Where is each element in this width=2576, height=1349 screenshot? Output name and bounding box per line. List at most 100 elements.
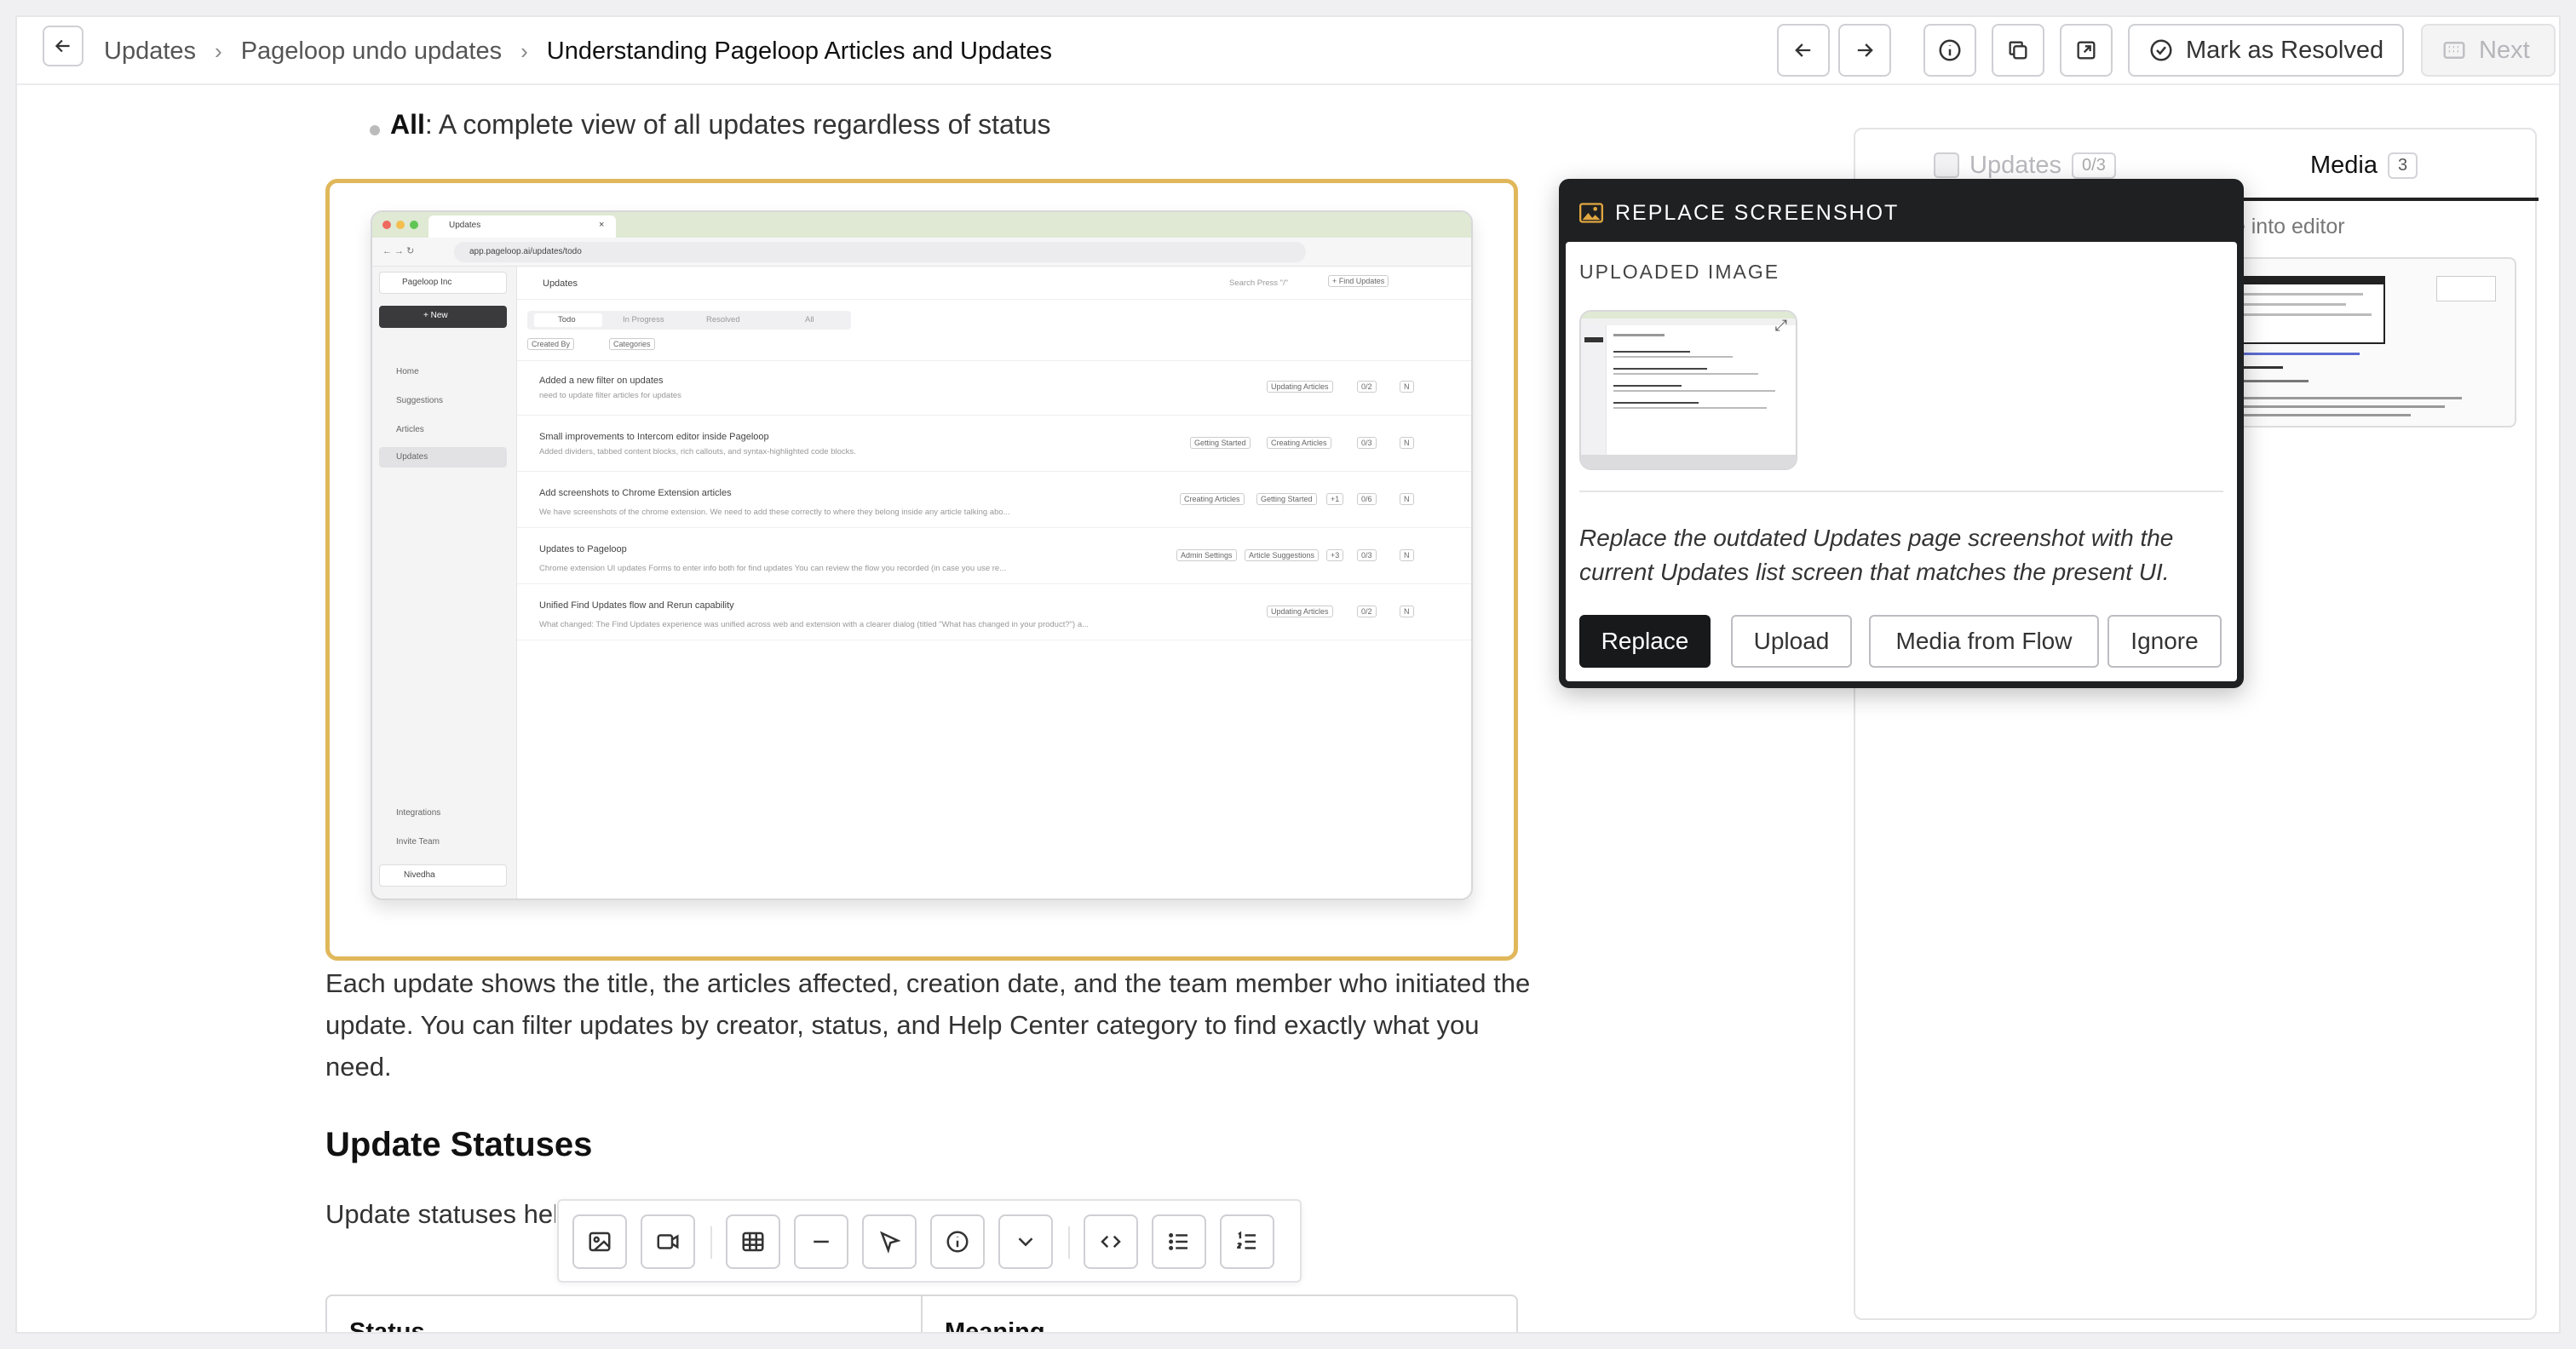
insert-pointer-button[interactable] <box>862 1214 917 1269</box>
breadcrumb-updates[interactable]: Updates <box>104 37 196 66</box>
next-button[interactable]: Next <box>2421 24 2556 77</box>
mini-tab-in-progress: In Progress <box>623 315 664 324</box>
minus-icon <box>814 1240 829 1243</box>
url-field: app.pageloop.ai/updates/todo <box>454 242 1306 262</box>
arrow-right-icon <box>1857 43 1873 57</box>
mini-row-avatar: N <box>1400 606 1414 617</box>
insert-collapsible-button[interactable] <box>998 1214 1053 1269</box>
insert-code-button[interactable] <box>1084 1214 1138 1269</box>
mini-nav-articles: Articles <box>396 425 424 434</box>
popover-title: REPLACE SCREENSHOT <box>1615 200 1900 225</box>
image-icon <box>1579 203 1603 223</box>
mini-row-tag: Getting Started <box>1256 493 1317 505</box>
ignore-button[interactable]: Ignore <box>2107 615 2222 668</box>
body-paragraph[interactable]: Each update shows the title, the article… <box>325 962 1535 1088</box>
mini-tab-todo: Todo <box>558 315 576 324</box>
expand-icon[interactable]: ⤢ <box>1775 317 1787 335</box>
copy-button[interactable] <box>1992 24 2044 77</box>
divider <box>517 527 1471 528</box>
mini-search: Search Press "/" <box>1229 278 1289 288</box>
media-from-flow-button[interactable]: Media from Flow <box>1869 615 2099 668</box>
breadcrumb-pageloop-undo-updates[interactable]: Pageloop undo updates <box>241 37 502 66</box>
tab-updates-label: Updates <box>1969 151 2062 179</box>
mini-row-count: 0/3 <box>1357 549 1377 561</box>
mini-row-tag: +1 <box>1326 493 1344 505</box>
mini-find-updates: + Find Updates <box>1328 275 1389 287</box>
mini-row-sub: We have screenshots of the chrome extens… <box>539 508 1010 517</box>
workspace-switcher: Pageloop Inc <box>379 272 507 294</box>
mini-row-sub-wrap: Chrome extension UI updates Forms to ent… <box>539 560 1170 575</box>
upload-button[interactable]: Upload <box>1731 615 1852 668</box>
image-icon <box>589 1231 611 1252</box>
breadcrumb: Updates › Pageloop undo updates › Unders… <box>104 17 1052 85</box>
insert-divider-button[interactable] <box>794 1214 848 1269</box>
browser-tab: Updates × <box>428 215 616 238</box>
numbered-list-button[interactable] <box>1220 1214 1274 1269</box>
divider <box>517 360 1471 361</box>
next-label: Next <box>2479 36 2530 64</box>
mini-row-sub-wrap: We have screenshots of the chrome extens… <box>539 503 1170 519</box>
prev-button[interactable] <box>1777 24 1830 77</box>
code-icon <box>1101 1235 1121 1249</box>
mini-row-count: 0/2 <box>1357 381 1377 393</box>
editor-content: All: A complete view of all updates rega… <box>17 85 2559 1332</box>
breadcrumb-current: Understanding Pageloop Articles and Upda… <box>546 37 1053 65</box>
info-button[interactable] <box>1923 24 1976 77</box>
mini-row-tag: Creating Articles <box>1267 437 1331 449</box>
mini-row-avatar: N <box>1400 437 1414 449</box>
table-header-status[interactable]: Status <box>327 1296 921 1332</box>
top-bar: Updates › Pageloop undo updates › Unders… <box>17 17 2559 85</box>
mini-new-label: + New <box>423 311 448 320</box>
table-header-meaning[interactable]: Meaning <box>921 1296 1516 1332</box>
info-icon <box>946 1231 969 1253</box>
insert-table-button[interactable] <box>726 1214 780 1269</box>
nav-arrows-icon: ← → ↻ <box>382 246 415 256</box>
open-external-button[interactable] <box>2060 24 2113 77</box>
tab-media[interactable]: Media 3 <box>2310 129 2418 201</box>
cursor-icon <box>880 1231 901 1254</box>
mini-row-title: Unified Find Updates flow and Rerun capa… <box>539 600 734 611</box>
browser-url-bar: ← → ↻ app.pageloop.ai/updates/todo <box>372 238 1471 267</box>
insert-toolbar <box>557 1199 1302 1283</box>
mini-new-button: + New <box>379 306 507 328</box>
mini-user-name: Nivedha <box>404 870 435 880</box>
mini-row-title: Add screenshots to Chrome Extension arti… <box>539 488 732 498</box>
insert-image-button[interactable] <box>572 1214 627 1269</box>
uploaded-image-thumbnail[interactable]: ⤢ <box>1579 310 1797 470</box>
mini-row-avatar: N <box>1400 549 1414 561</box>
video-icon <box>657 1234 679 1249</box>
checkbox[interactable] <box>1934 152 1959 178</box>
tab-media-label: Media <box>2310 151 2378 179</box>
selected-screenshot-image[interactable]: Updates × ← → ↻ app.pageloop.ai/updates/… <box>325 179 1518 961</box>
mini-row-count: 0/6 <box>1357 493 1377 505</box>
app-window: Updates › Pageloop undo updates › Unders… <box>15 15 2561 1334</box>
list-bullet-icon <box>1169 1233 1187 1250</box>
mark-resolved-button[interactable]: Mark as Resolved <box>2128 24 2405 77</box>
mini-row-sub: What changed: The Find Updates experienc… <box>539 620 1090 629</box>
screenshot-preview: Updates × ← → ↻ app.pageloop.ai/updates/… <box>371 210 1473 900</box>
table-icon <box>742 1231 764 1252</box>
browser-tab-title: Updates <box>449 221 481 230</box>
insert-callout-button[interactable] <box>930 1214 985 1269</box>
keyboard-icon <box>2443 42 2465 59</box>
insert-video-button[interactable] <box>641 1214 695 1269</box>
section-heading[interactable]: Update Statuses <box>325 1126 592 1164</box>
forward-button[interactable] <box>1838 24 1891 77</box>
bullet-item-all[interactable]: All: A complete view of all updates rega… <box>390 109 1051 141</box>
replace-button[interactable]: Replace <box>1579 615 1711 668</box>
mini-row-title: Small improvements to Intercom editor in… <box>539 432 769 442</box>
back-button[interactable] <box>43 26 83 66</box>
bullet-list-button[interactable] <box>1152 1214 1206 1269</box>
mini-row-tag: Updating Articles <box>1267 381 1333 393</box>
divider <box>517 299 1471 300</box>
partial-paragraph[interactable]: Update statuses help <box>325 1199 555 1230</box>
chevron-right-icon: › <box>520 37 528 64</box>
media-thumbnail[interactable] <box>2222 257 2516 428</box>
browser-tabbar: Updates × <box>372 212 1471 238</box>
popover-description: Replace the outdated Updates page screen… <box>1579 525 2174 585</box>
tab-media-badge: 3 <box>2388 152 2418 179</box>
mini-nav-active: Updates <box>379 447 507 468</box>
chevron-right-icon: › <box>215 37 222 64</box>
workspace-name: Pageloop Inc <box>402 278 452 287</box>
mini-row-tag: Creating Articles <box>1180 493 1245 505</box>
